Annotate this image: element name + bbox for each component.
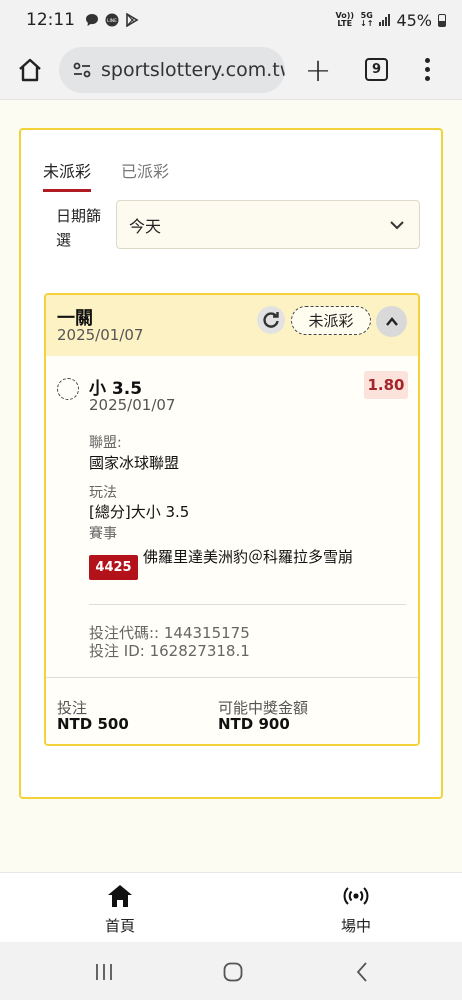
site-settings-icon[interactable] — [71, 59, 93, 81]
battery-icon — [438, 13, 446, 27]
event-label: 賽事 — [89, 526, 117, 542]
tab-switcher-button[interactable]: 9 — [365, 58, 388, 81]
nav-live[interactable]: 場中 — [316, 881, 396, 936]
event-name: 佛羅里達美洲豹＠科羅拉多雪崩 — [143, 548, 354, 566]
live-icon — [343, 887, 369, 905]
home-icon — [108, 885, 132, 907]
tab-settled[interactable]: 已派彩 — [121, 158, 169, 192]
bet-date: 2025/01/07 — [57, 326, 144, 344]
date-filter-label: 日期篩選 — [56, 207, 102, 249]
nav-home-label: 首頁 — [104, 917, 135, 935]
market-label: 玩法 — [89, 485, 117, 501]
back-icon[interactable] — [351, 960, 375, 984]
signal-icon — [379, 14, 391, 26]
tab-unsettled[interactable]: 未派彩 — [43, 158, 92, 192]
date-filter-select[interactable]: 今天 — [116, 200, 420, 249]
volte-indicator: Vo)) LTE — [335, 11, 355, 28]
nav-home[interactable]: 首頁 — [80, 881, 160, 936]
bet-history-panel: 未派彩 已派彩 日期篩選 今天 一關 2025/01/07 未派彩 小 3.5 … — [19, 128, 443, 799]
odds-badge: 1.80 — [364, 371, 408, 399]
chevron-up-icon — [385, 316, 398, 326]
bottom-nav: 首頁 場中 — [0, 872, 462, 942]
home-button-icon[interactable] — [221, 960, 245, 984]
new-tab-button[interactable]: + — [303, 54, 333, 86]
selection-date: 2025/01/07 — [89, 396, 176, 414]
bet-card-header: 一關 2025/01/07 未派彩 — [46, 295, 418, 356]
event-code-badge: 4425 — [89, 555, 138, 580]
date-filter-value: 今天 — [129, 216, 162, 236]
5g-indicator: 5G ↓↑ — [360, 11, 374, 28]
bet-card: 一關 2025/01/07 未派彩 小 3.5 2025/01/07 1.80 … — [44, 293, 420, 746]
status-badge: 未派彩 — [291, 306, 371, 335]
refresh-icon — [263, 312, 279, 328]
league-label: 聯盟: — [89, 435, 122, 451]
battery-percent: 45% — [396, 10, 432, 30]
refresh-button[interactable] — [257, 306, 285, 334]
notification-icons: LINE — [85, 13, 139, 27]
recent-apps-icon[interactable] — [92, 960, 116, 984]
selection-status-icon — [57, 378, 79, 400]
url-text: sportslottery.com.tw — [101, 58, 285, 81]
league-value: 國家冰球聯盟 — [89, 454, 180, 472]
nav-live-label: 場中 — [340, 917, 371, 935]
browser-menu-icon[interactable] — [424, 58, 430, 81]
system-nav-bar — [0, 942, 462, 1000]
chevron-down-icon — [390, 221, 404, 230]
url-bar[interactable]: sportslottery.com.tw — [59, 46, 285, 93]
collapse-button[interactable] — [376, 306, 407, 337]
status-time: 12:11 — [26, 10, 75, 30]
payout-value: NTD 900 — [218, 715, 290, 733]
status-bar: 12:11 LINE Vo)) LTE 5G ↓↑ 45% — [0, 0, 462, 40]
payout-tabs: 未派彩 已派彩 — [43, 158, 169, 192]
market-value: [總分]大小 3.5 — [89, 503, 190, 521]
chat-bubble-icon — [86, 14, 98, 26]
line-app-icon: LINE — [105, 13, 119, 27]
bet-id: 投注 ID: 162827318.1 — [89, 642, 250, 660]
stake-value: NTD 500 — [57, 715, 129, 733]
divider — [89, 604, 406, 605]
home-icon[interactable] — [17, 57, 43, 83]
divider — [46, 677, 418, 678]
play-store-icon — [126, 13, 139, 27]
svg-text:LINE: LINE — [107, 18, 117, 24]
browser-toolbar: sportslottery.com.tw + 9 — [0, 40, 462, 100]
